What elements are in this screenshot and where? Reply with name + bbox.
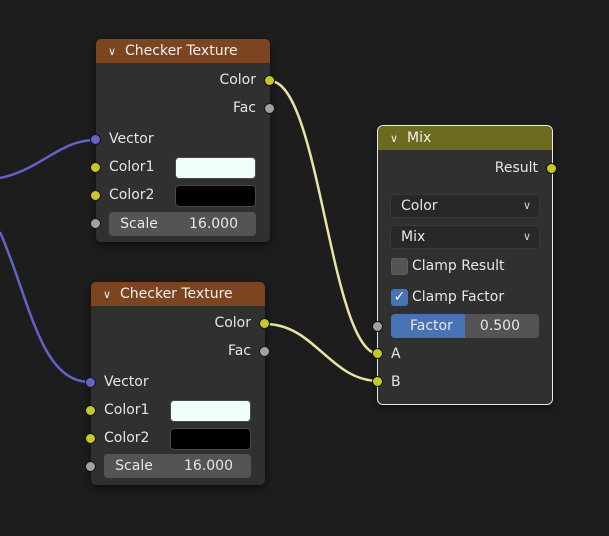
chevron-down-icon[interactable]: ∨ — [100, 288, 114, 301]
output-color-label: Color — [214, 315, 251, 331]
mix-node[interactable]: ∨ Mix Result Color ∨ Mix ∨ Clamp Result … — [372, 125, 557, 405]
link-vector-1 — [0, 138, 96, 180]
blend-mode-value: Mix — [401, 229, 426, 245]
input-b-label: B — [391, 374, 401, 390]
color2-swatch[interactable] — [175, 185, 256, 207]
node-title: Checker Texture — [125, 43, 238, 59]
input-color2-label: Color2 — [109, 187, 155, 203]
color1-swatch[interactable] — [170, 400, 251, 422]
output-fac-label: Fac — [232, 100, 256, 116]
data-type-dropdown[interactable]: Color ∨ — [390, 194, 540, 218]
data-type-value: Color — [401, 198, 438, 214]
output-result-socket[interactable] — [546, 163, 557, 174]
node-header[interactable]: ∨ Checker Texture — [91, 282, 265, 306]
chevron-down-icon[interactable]: ∨ — [387, 132, 401, 145]
blend-mode-dropdown[interactable]: Mix ∨ — [390, 225, 540, 249]
color1-swatch[interactable] — [175, 157, 256, 179]
input-a-socket[interactable] — [372, 348, 383, 359]
checker-texture-node-1[interactable]: ∨ Checker Texture Color Fac Vector Color… — [90, 39, 275, 242]
color2-swatch[interactable] — [170, 428, 251, 450]
clamp-result-label: Clamp Result — [412, 258, 505, 274]
chevron-down-icon[interactable]: ∨ — [105, 45, 119, 58]
clamp-factor-checkbox[interactable]: ✓ — [391, 289, 408, 306]
input-color1-socket[interactable] — [90, 162, 101, 173]
input-color1-label: Color1 — [104, 402, 150, 418]
input-color2-socket[interactable] — [90, 190, 101, 201]
output-fac-socket[interactable] — [264, 103, 275, 114]
input-scale-socket[interactable] — [90, 218, 101, 229]
input-factor-socket[interactable] — [372, 321, 383, 332]
checkmark-icon: ✓ — [393, 289, 406, 305]
scale-label: Scale — [120, 216, 158, 232]
node-title: Mix — [407, 130, 432, 146]
chevron-down-icon: ∨ — [522, 199, 531, 212]
input-vector-socket[interactable] — [90, 134, 101, 145]
output-result-label: Result — [494, 160, 538, 176]
checker-texture-node-2[interactable]: ∨ Checker Texture Color Fac Vector Color… — [85, 282, 270, 485]
node-title: Checker Texture — [120, 286, 233, 302]
input-b-socket[interactable] — [372, 376, 383, 387]
output-color-label: Color — [219, 72, 256, 88]
output-color-socket[interactable] — [264, 75, 275, 86]
chevron-down-icon: ∨ — [522, 230, 531, 243]
input-color2-socket[interactable] — [85, 433, 96, 444]
clamp-result-checkbox[interactable] — [391, 258, 408, 275]
node-header[interactable]: ∨ Checker Texture — [96, 39, 270, 63]
output-color-socket[interactable] — [259, 318, 270, 329]
scale-field[interactable]: Scale 16.000 — [104, 454, 251, 478]
output-fac-label: Fac — [227, 343, 251, 359]
input-color1-socket[interactable] — [85, 405, 96, 416]
link-color-a — [269, 79, 380, 356]
factor-slider[interactable]: Factor 0.500 — [391, 314, 539, 338]
input-color1-label: Color1 — [109, 159, 155, 175]
output-fac-socket[interactable] — [259, 346, 270, 357]
input-vector-socket[interactable] — [85, 377, 96, 388]
link-vector-2 — [0, 231, 91, 384]
input-scale-socket[interactable] — [85, 461, 96, 472]
input-vector-label: Vector — [109, 131, 154, 147]
scale-value: 16.000 — [189, 216, 238, 232]
input-a-label: A — [391, 346, 401, 362]
scale-label: Scale — [115, 458, 153, 474]
link-color-b — [264, 322, 380, 383]
factor-label: Factor — [410, 318, 453, 334]
input-vector-label: Vector — [104, 374, 149, 390]
factor-value: 0.500 — [479, 318, 520, 334]
scale-value: 16.000 — [184, 458, 233, 474]
node-header[interactable]: ∨ Mix — [378, 126, 552, 150]
scale-field[interactable]: Scale 16.000 — [109, 212, 256, 236]
clamp-factor-label: Clamp Factor — [412, 289, 505, 305]
input-color2-label: Color2 — [104, 430, 150, 446]
